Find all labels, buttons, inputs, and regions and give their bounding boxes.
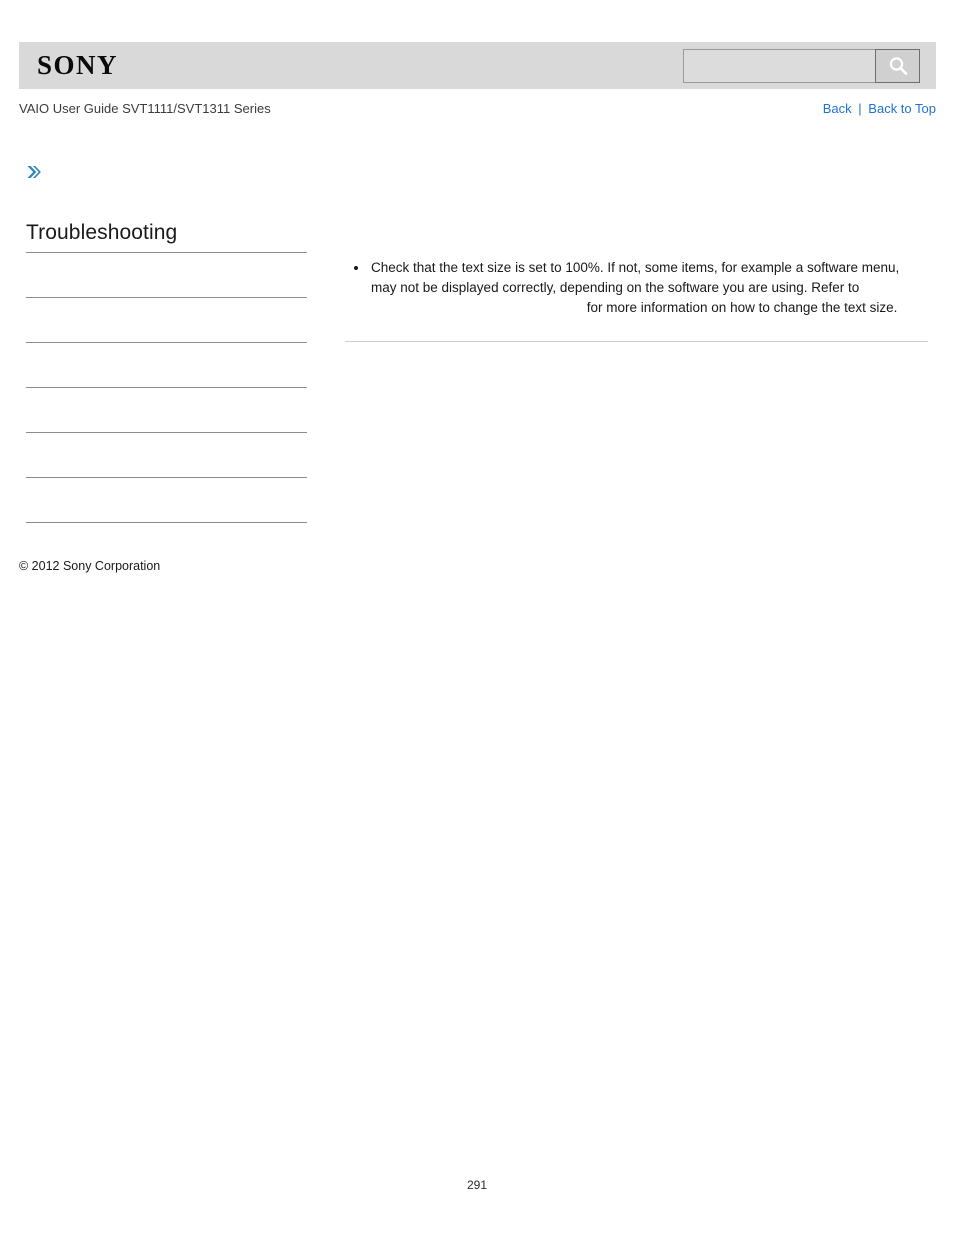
list-item: Check that the text size is set to 100%.… xyxy=(345,258,928,318)
sidebar-item-4[interactable] xyxy=(26,388,307,433)
chevron-right-icon[interactable] xyxy=(25,163,43,181)
sidebar-navigation: Troubleshooting xyxy=(26,220,307,523)
sony-logo: SONY xyxy=(37,50,119,80)
main-content: Check that the text size is set to 100%.… xyxy=(345,258,928,342)
sidebar-title: Troubleshooting xyxy=(26,221,178,244)
page-number: 291 xyxy=(466,1178,488,1192)
sidebar-item-1[interactable] xyxy=(26,253,307,298)
copyright-notice: © 2012 Sony Corporation xyxy=(19,559,161,573)
nav-separator: | xyxy=(858,101,862,116)
content-divider xyxy=(345,341,928,342)
back-link[interactable]: Back xyxy=(823,101,852,116)
bullet-text-before-link: Check that the text size is set to 100%.… xyxy=(371,260,900,295)
search-input[interactable] xyxy=(683,49,875,83)
bullet-list: Check that the text size is set to 100%.… xyxy=(345,258,928,318)
sidebar-item-3[interactable] xyxy=(26,343,307,388)
sidebar-item-5[interactable] xyxy=(26,433,307,478)
back-to-top-link[interactable]: Back to Top xyxy=(868,101,936,116)
sidebar-item-6[interactable] xyxy=(26,478,307,523)
sidebar-item-2[interactable] xyxy=(26,298,307,343)
bullet-text-after-link: for more information on how to change th… xyxy=(583,300,898,315)
search-button[interactable] xyxy=(875,49,920,83)
header-nav-links: Back | Back to Top xyxy=(823,101,936,116)
search-container xyxy=(683,49,920,83)
search-icon xyxy=(887,55,909,77)
guide-title: VAIO User Guide SVT1111/SVT1311 Series xyxy=(19,101,271,116)
header-bar: SONY xyxy=(19,42,936,89)
